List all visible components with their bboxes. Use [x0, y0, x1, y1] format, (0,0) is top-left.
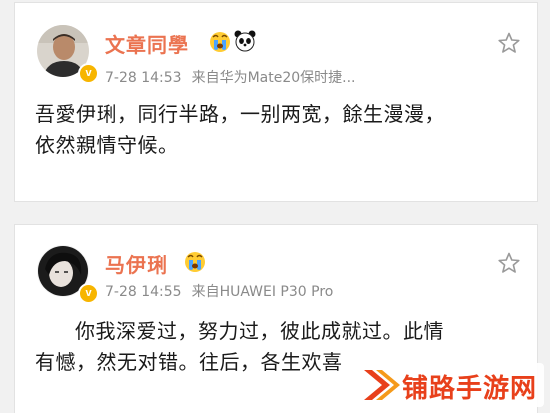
username[interactable]: 马伊琍: [105, 249, 168, 278]
crying-face-emoji-icon: [185, 252, 205, 272]
post-meta: 7-28 14:53 来自华为Mate20保时捷...: [105, 67, 356, 87]
panda-emoji-icon: [234, 30, 256, 52]
watermark-logo-icon: [364, 370, 400, 400]
post-content-line: 吾愛伊琍，同行半路，一别两宽，餘生漫漫，: [35, 102, 445, 126]
post-content-line: 你我深爱过，努力过，彼此成就过。此情: [35, 316, 525, 347]
weibo-feed: v 文章同學 7-28 14:53 来自华为Mate20保时捷... 吾愛伊琍，同…: [0, 0, 550, 413]
watermark: 铺路手游网: [356, 363, 544, 407]
verified-badge-icon: v: [78, 63, 99, 84]
post-time[interactable]: 7-28 14:55: [105, 284, 182, 300]
star-icon[interactable]: [497, 31, 521, 55]
post-content: 吾愛伊琍，同行半路，一别两宽，餘生漫漫， 依然親情守候。: [35, 99, 525, 161]
username[interactable]: 文章同學: [105, 29, 189, 58]
weibo-post-card: v 文章同學 7-28 14:53 来自华为Mate20保时捷... 吾愛伊琍，同…: [14, 2, 538, 202]
crying-face-emoji-icon: [210, 32, 230, 52]
star-icon[interactable]: [497, 251, 521, 275]
post-time[interactable]: 7-28 14:53: [105, 70, 182, 86]
verified-badge-icon: v: [78, 283, 99, 304]
post-meta: 7-28 14:55 来自HUAWEI P30 Pro: [105, 281, 333, 301]
post-source: 来自HUAWEI P30 Pro: [191, 284, 334, 300]
post-content-text: 你我深爱过，努力过，彼此成就过。此情: [75, 319, 444, 343]
watermark-text: 铺路手游网: [402, 374, 538, 404]
post-source: 来自华为Mate20保时捷...: [191, 70, 356, 86]
post-content-line: 依然親情守候。: [35, 133, 179, 157]
